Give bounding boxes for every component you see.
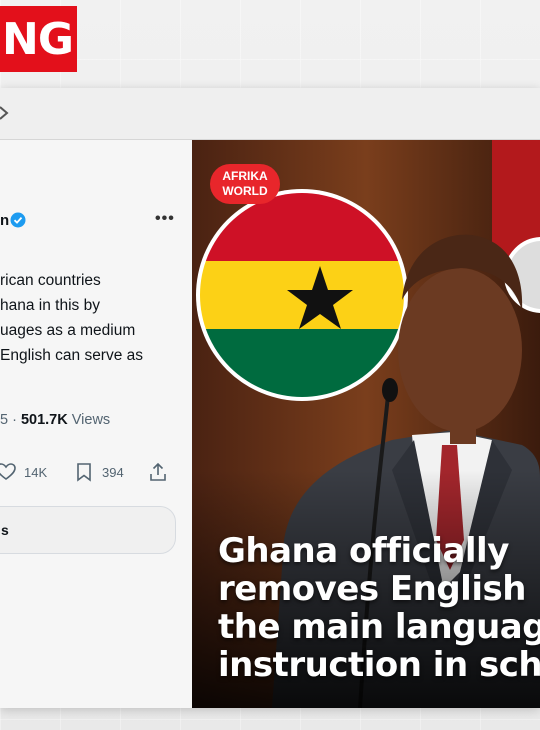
tweet-actions: 14K 394 — [0, 462, 192, 486]
browser-toolbar — [0, 88, 540, 140]
tweet-text-line: English can serve as — [0, 347, 144, 364]
badge-text: NG — [2, 13, 74, 65]
verified-badge-icon — [10, 212, 26, 228]
logo-line-2: WORLD — [222, 184, 268, 198]
views-label: Views — [71, 412, 111, 428]
share-button[interactable] — [148, 462, 168, 482]
chevron-right-icon[interactable] — [0, 106, 10, 120]
image-headline: Ghana officially removes English the mai… — [218, 532, 540, 684]
heart-icon — [0, 463, 16, 480]
headline-line: instruction in sch — [218, 645, 540, 685]
headline-line: Ghana officially — [218, 531, 509, 571]
like-count: 14K — [24, 464, 48, 480]
more-options-icon[interactable]: ••• — [155, 210, 175, 228]
bookmark-icon — [77, 463, 91, 482]
tweet-panel: n ••• rican countries hana in this by ua… — [0, 140, 192, 708]
replies-label: s — [1, 522, 9, 538]
headline-line: removes English — [218, 569, 526, 609]
views-count: 501.7K — [20, 412, 68, 428]
screenshot-window: n ••• rican countries hana in this by ua… — [0, 88, 540, 708]
tweet-text-line: hana in this by — [0, 297, 100, 314]
afrika-world-logo: AFRIKA WORLD — [210, 164, 280, 204]
tweet-text-line: rican countries — [0, 272, 101, 289]
bookmark-button[interactable]: 394 — [74, 462, 124, 482]
tweet-image[interactable]: AFRIKA WORLD Ghana officially removes En… — [192, 140, 540, 708]
replies-button[interactable]: s — [0, 506, 176, 554]
timestamp-fragment: 5 · — [0, 412, 21, 428]
author-name[interactable]: n — [0, 212, 9, 229]
share-icon — [150, 462, 166, 481]
logo-line-1: AFRIKA — [222, 169, 268, 183]
bookmark-count: 394 — [102, 464, 124, 480]
tweet-meta: 5 · 501.7K Views — [0, 412, 110, 428]
headline-line: the main languag — [218, 607, 540, 647]
breaking-badge: NG — [0, 6, 77, 72]
tweet-text: rican countries hana in this by uages as… — [0, 268, 192, 368]
like-button[interactable]: 14K — [0, 462, 47, 482]
tweet-text-line: uages as a medium — [0, 322, 136, 339]
